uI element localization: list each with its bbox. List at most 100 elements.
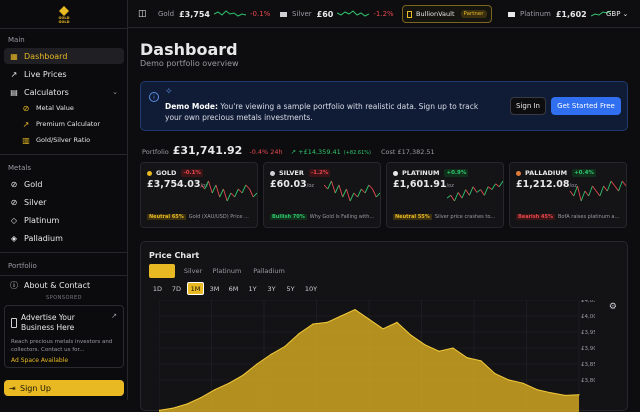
- sparkline-segment: [454, 192, 459, 202]
- period-tab-1y[interactable]: 1Y: [244, 282, 261, 295]
- tab-gold[interactable]: Gold: [149, 264, 175, 278]
- page-subtitle: Demo portfolio overview: [140, 59, 239, 68]
- logo[interactable]: GOLD GOLD: [56, 6, 72, 26]
- metal-card-gold[interactable]: GOLD -0.1% £3,754.03/oz Neutral 65% Gold (…: [140, 162, 258, 228]
- sparkline-segment: [226, 192, 232, 202]
- settings-icon[interactable]: ⚙: [609, 302, 617, 312]
- ad-link[interactable]: Ad Space Available: [11, 357, 68, 364]
- news-headline[interactable]: Silver price crashes to...: [435, 214, 495, 220]
- price-chart[interactable]: £4,050 £4,000.00 £3,950.00 £3,900.00 £3,850.…: [159, 300, 595, 412]
- data-point[interactable]: [424, 344, 426, 346]
- ticker-silver[interactable]: Silver £60 -1.2%: [280, 0, 394, 28]
- bar-icon: [280, 11, 287, 17]
- card-sparkline: [324, 180, 380, 202]
- news-headline[interactable]: Why Gold Is Falling with...: [310, 214, 374, 220]
- coins-icon: ⊘: [22, 103, 30, 113]
- period-tab-5y[interactable]: 5Y: [282, 282, 299, 295]
- tab-silver[interactable]: Silver: [179, 264, 207, 278]
- data-point[interactable]: [270, 353, 272, 355]
- sidebar-item-about[interactable]: ⓘ About & Contact: [4, 277, 124, 293]
- data-point[interactable]: [536, 389, 538, 391]
- ad-card[interactable]: Advertise Your Business Here ↗ Reach pre…: [4, 305, 124, 368]
- period-tab-3m[interactable]: 3M: [206, 282, 223, 295]
- data-point[interactable]: [256, 363, 258, 365]
- trend-up-icon: ↗: [290, 148, 297, 156]
- sidebar-item-gold[interactable]: ⊘ Gold: [4, 176, 124, 192]
- sidebar-item-calculators[interactable]: ▤ Calculators ⌄: [4, 84, 124, 100]
- metal-card-palladium[interactable]: PALLADIUM +0.4% £1,212.08/oz Bearish 45% B…: [509, 162, 627, 228]
- currency-select[interactable]: GBP ⌄: [606, 0, 628, 28]
- data-point[interactable]: [494, 373, 496, 375]
- bar-icon: [508, 11, 515, 17]
- tab-palladium[interactable]: Palladium: [249, 264, 289, 278]
- period-tab-1m[interactable]: 1M: [187, 282, 204, 295]
- news-headline[interactable]: BofA raises platinum a...: [558, 214, 619, 220]
- ad-description: Reach precious metals investors and coll…: [11, 339, 113, 353]
- sparkline-segment: [211, 184, 217, 194]
- divider: [0, 28, 128, 29]
- sentiment-badge: Bullish 70%: [270, 214, 307, 220]
- y-tick-label: £3,800.00: [581, 378, 595, 384]
- data-point[interactable]: [368, 318, 370, 320]
- period-tab-6m[interactable]: 6M: [225, 282, 242, 295]
- metal-card-platinum[interactable]: PLATINUM +0.9% £1,601.91/oz Neutral 55% Si…: [386, 162, 504, 228]
- sparkles-icon: ✧: [165, 87, 173, 97]
- ticker-platinum[interactable]: Platinum £1,602: [508, 0, 611, 28]
- data-point[interactable]: [410, 334, 412, 336]
- metal-card-silver[interactable]: SILVER -1.2% £60.03/oz Bullish 70% Why Gol…: [263, 162, 381, 228]
- data-point[interactable]: [242, 374, 244, 376]
- sidebar-item-silver[interactable]: ⊘ Silver: [4, 194, 124, 210]
- demo-banner: i ✧ Demo Mode: You're viewing a sample p…: [140, 81, 628, 131]
- news-headline[interactable]: Gold (XAU/USD) Price ...: [189, 214, 249, 220]
- gem-icon: ◈: [10, 233, 18, 243]
- sparkline-segment: [364, 184, 370, 194]
- sidebar-item-premium-calculator[interactable]: ↗ Premium Calculator: [16, 116, 124, 132]
- sidebar-item-metal-value[interactable]: ⊘ Metal Value: [16, 100, 124, 116]
- data-point[interactable]: [508, 379, 510, 381]
- data-point[interactable]: [438, 350, 440, 352]
- sidebar-item-platinum[interactable]: ◇ Platinum: [4, 212, 124, 228]
- data-point[interactable]: [312, 323, 314, 325]
- data-point[interactable]: [354, 309, 356, 311]
- data-point[interactable]: [200, 397, 202, 399]
- data-point[interactable]: [396, 321, 398, 323]
- tab-platinum[interactable]: Platinum: [209, 264, 245, 278]
- data-point[interactable]: [340, 315, 342, 317]
- data-point[interactable]: [326, 321, 328, 323]
- data-point[interactable]: [382, 328, 384, 330]
- period-tab-3y[interactable]: 3Y: [263, 282, 280, 295]
- data-point[interactable]: [522, 382, 524, 384]
- data-point[interactable]: [186, 403, 188, 405]
- portfolio-change: -0.4% 24h: [249, 148, 283, 156]
- sparkline-segment: [368, 184, 373, 190]
- period-tab-7d[interactable]: 7D: [168, 282, 185, 295]
- y-tick-label: £3,950.00: [581, 330, 595, 336]
- partner-bullionvault[interactable]: BullionVault Partner: [402, 5, 492, 23]
- ticker-gold[interactable]: Gold £3,754 -0.1%: [158, 0, 270, 28]
- sparkline-segment: [249, 188, 254, 198]
- data-point[interactable]: [214, 389, 216, 391]
- sparkline-segment: [342, 188, 347, 198]
- data-point[interactable]: [550, 392, 552, 394]
- data-point[interactable]: [480, 360, 482, 362]
- section-metals: Metals: [8, 164, 31, 172]
- sidebar-item-dashboard[interactable]: ▦ Dashboard: [4, 48, 124, 64]
- period-tab-10y[interactable]: 10Y: [301, 282, 321, 295]
- data-point[interactable]: [564, 394, 566, 396]
- get-started-button[interactable]: Get Started Free: [551, 97, 621, 115]
- period-tab-1d[interactable]: 1D: [149, 282, 166, 295]
- data-point[interactable]: [578, 394, 580, 396]
- sidebar-item-palladium[interactable]: ◈ Palladium: [4, 230, 124, 246]
- sidebar-item-ratio[interactable]: ▥ Gold/Silver Ratio: [16, 132, 124, 148]
- sign-in-button[interactable]: Sign In: [510, 97, 546, 115]
- data-point[interactable]: [228, 382, 230, 384]
- data-point[interactable]: [466, 357, 468, 359]
- data-point[interactable]: [452, 347, 454, 349]
- sign-up-button[interactable]: ⇥ Sign Up: [4, 380, 124, 396]
- data-point[interactable]: [172, 407, 174, 409]
- sidebar-toggle-icon[interactable]: ◫: [138, 0, 147, 28]
- data-point[interactable]: [284, 345, 286, 347]
- ad-title: Advertise Your Business Here: [21, 313, 75, 332]
- data-point[interactable]: [298, 333, 300, 335]
- sidebar-item-live-prices[interactable]: ↗ Live Prices: [4, 66, 124, 82]
